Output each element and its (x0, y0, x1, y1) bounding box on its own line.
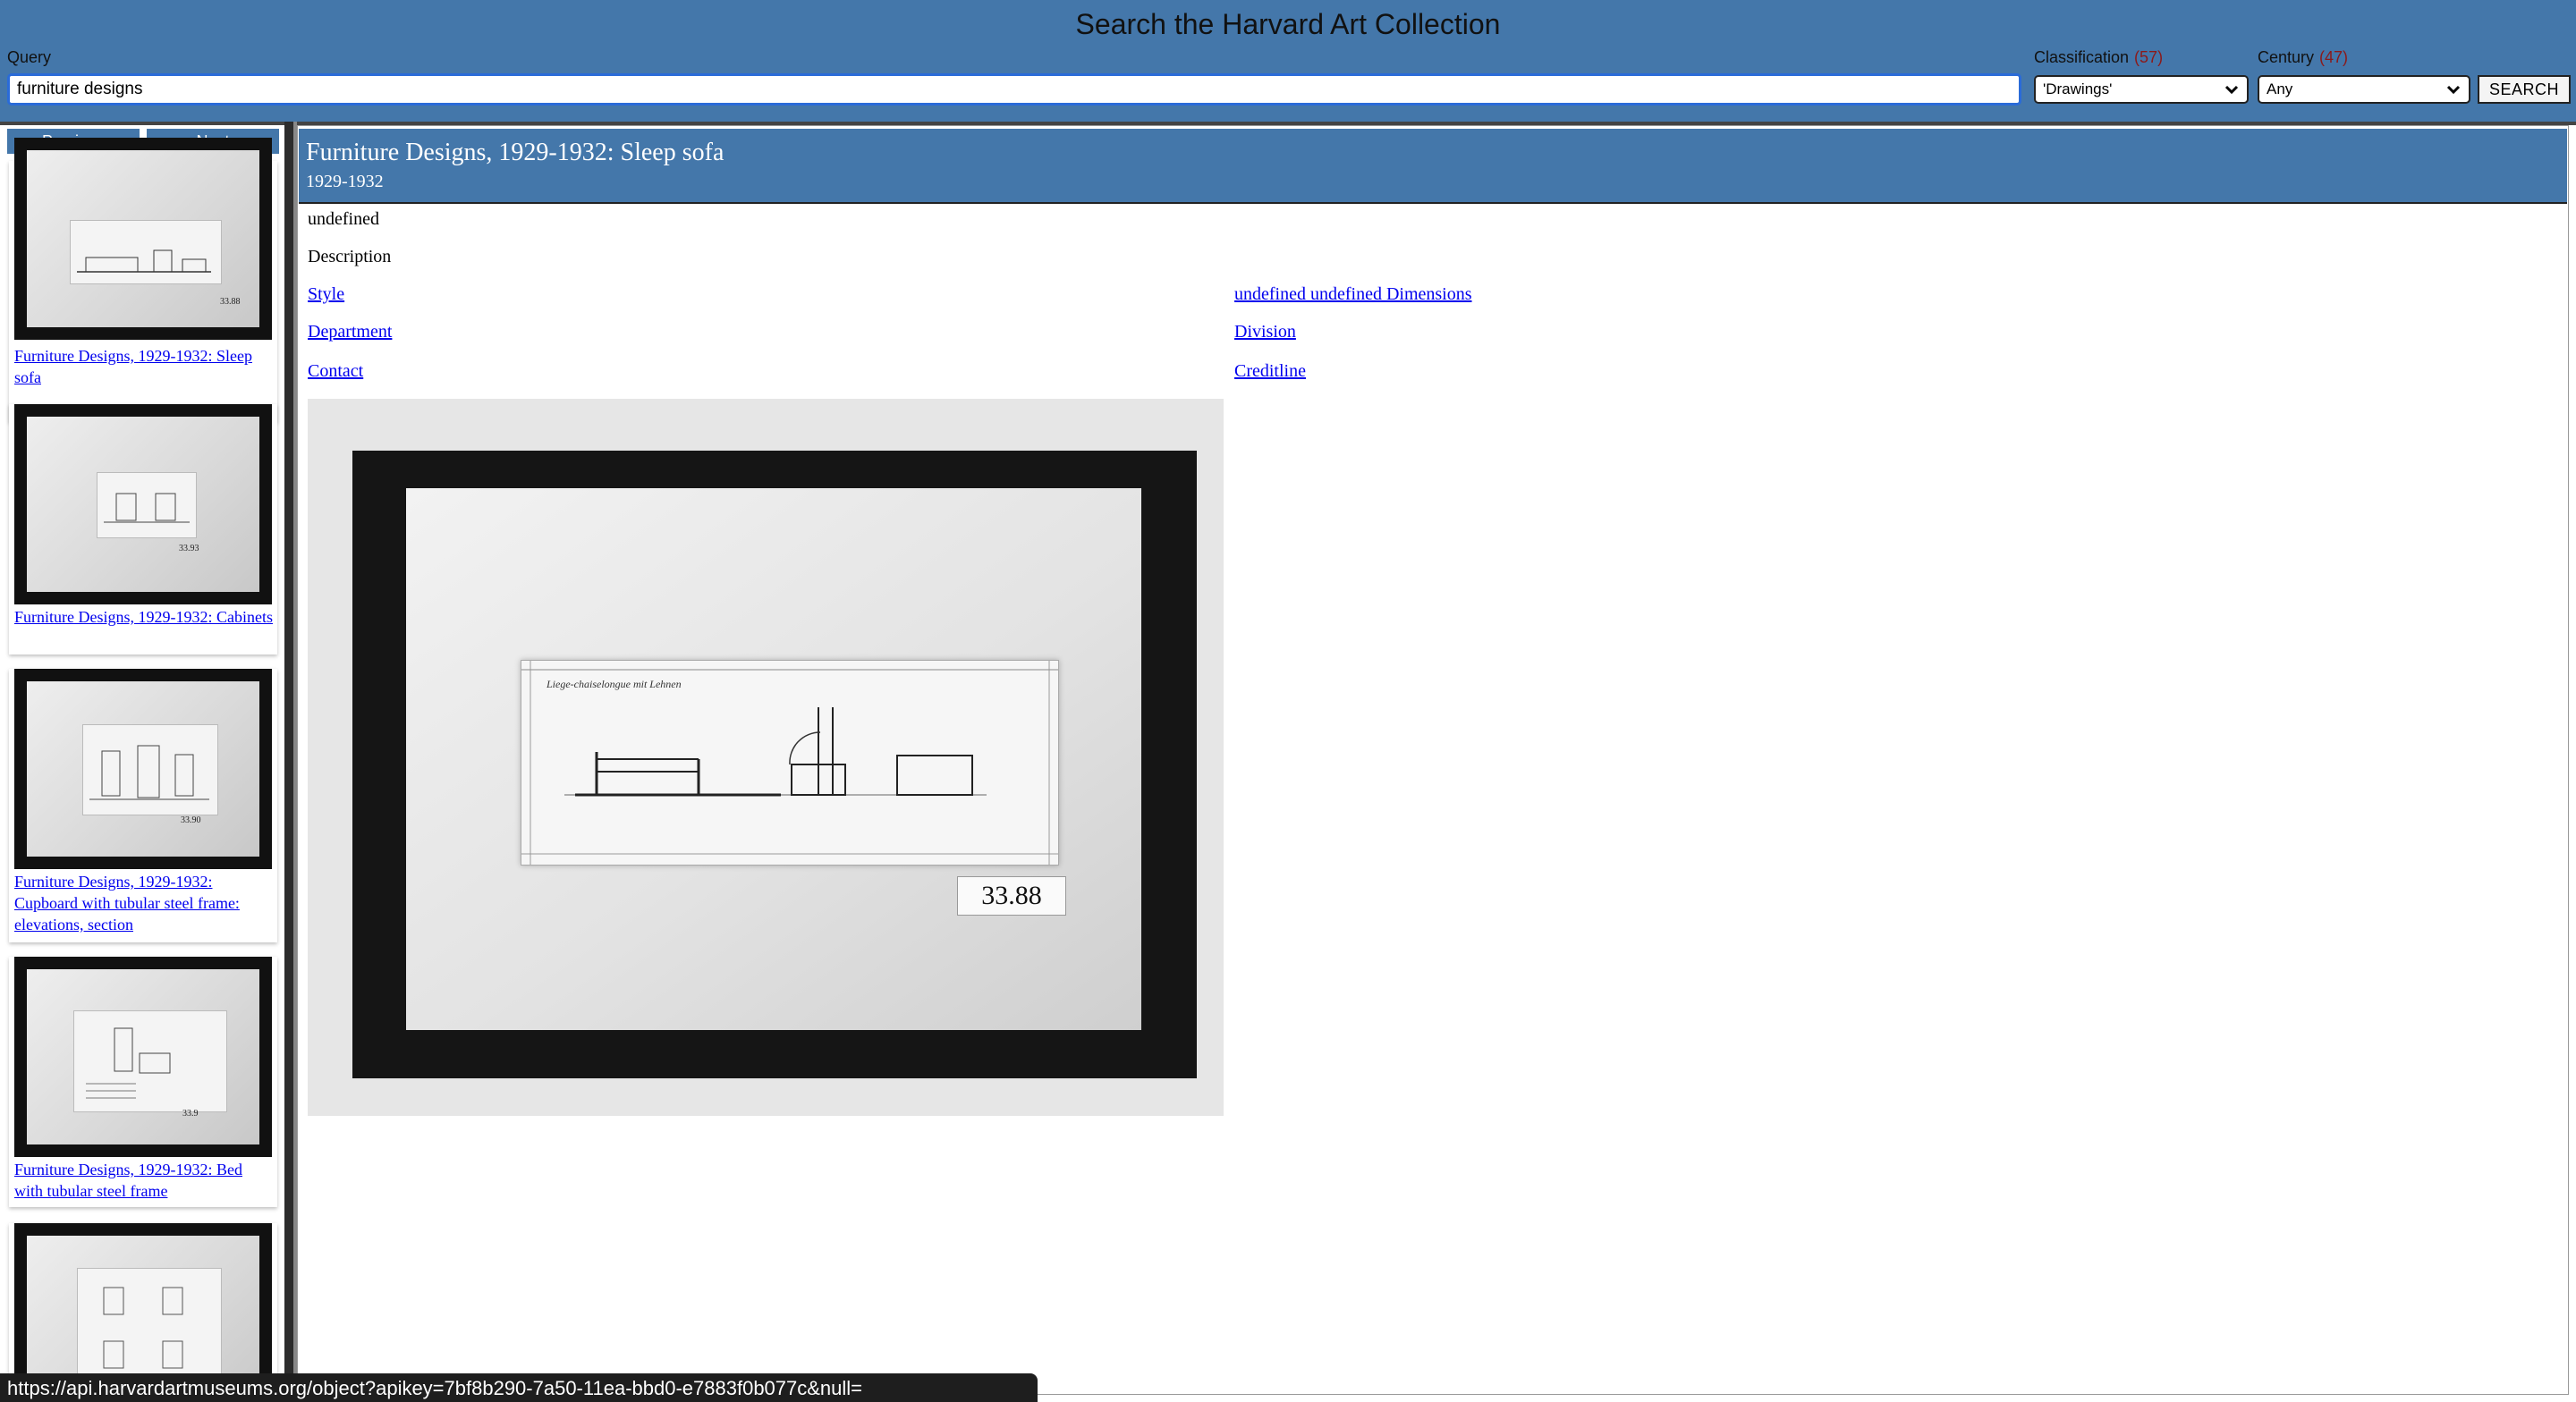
thumbnail-number: 33.9 (182, 1109, 199, 1119)
bed-sketch (86, 1027, 171, 1099)
cabinet-sketch (104, 493, 190, 523)
page-title: Search the Harvard Art Collection (1075, 8, 1501, 40)
contact-link[interactable]: Contact (308, 359, 363, 383)
object-detail-panel: Furniture Designs, 1929-1932: Sleep sofa… (297, 125, 2576, 1402)
sidebar-divider[interactable] (284, 122, 293, 1402)
object-image: Liege-chaiselongue mit Lehnen 33.88 (308, 399, 1224, 1116)
sofa-sketch (77, 249, 211, 273)
thumbnail-number: 33.90 (181, 815, 201, 825)
results-sidebar[interactable]: Previous Next 33.88 Furniture Designs, 1… (0, 125, 284, 1402)
result-card[interactable]: 33.9 Furniture Designs, 1929-1932: Bed w… (9, 957, 277, 1207)
result-title-link[interactable]: Furniture Designs, 1929-1932: Bed with t… (14, 1159, 274, 1202)
century-select-value: Any (2267, 80, 2293, 97)
result-card[interactable]: 33.90 Furniture Designs, 1929-1932: Cupb… (9, 669, 277, 942)
result-thumbnail[interactable]: 33.9 (14, 957, 272, 1157)
drawing-inscription: Liege-chaiselongue mit Lehnen (546, 678, 682, 690)
chevron-down-icon (2224, 85, 2239, 95)
division-link[interactable]: Division (1234, 320, 1296, 343)
search-button[interactable]: SEARCH (2478, 75, 2571, 104)
century-label: Century (47) (2258, 48, 2348, 67)
chevron-down-icon (2446, 85, 2461, 95)
classification-select-value: 'Drawings' (2043, 80, 2113, 97)
century-select[interactable]: Any (2258, 75, 2470, 104)
department-link[interactable]: Department (308, 320, 392, 343)
classification-select[interactable]: 'Drawings' (2034, 75, 2249, 104)
classification-count: (57) (2134, 48, 2164, 66)
object-title: Furniture Designs, 1929-1932: Sleep sofa (306, 139, 724, 166)
object-number-tag: 33.88 (957, 876, 1066, 916)
thumbnail-number: 33.88 (220, 297, 241, 307)
search-header: Search the Harvard Art Collection Query … (0, 0, 2576, 122)
result-title-link[interactable]: Furniture Designs, 1929-1932: Cupboard w… (14, 871, 274, 935)
thumbnail-number: 33.93 (179, 544, 199, 553)
result-thumbnail[interactable]: 33.93 (14, 404, 272, 604)
object-description: Description (308, 247, 392, 266)
query-label: Query (7, 48, 51, 67)
status-bar-url: https://api.harvardartmuseums.org/object… (0, 1373, 1038, 1402)
drawing-sheet: Liege-chaiselongue mit Lehnen (521, 660, 1059, 866)
classification-label-text: Classification (2034, 48, 2130, 66)
result-thumbnail[interactable]: 33.90 (14, 669, 272, 869)
century-count: (47) (2319, 48, 2349, 66)
dimensions-link[interactable]: undefined undefined Dimensions (1234, 283, 1472, 306)
result-title-link[interactable]: Furniture Designs, 1929-1932: Cabinets (14, 606, 274, 628)
result-card[interactable]: 33.93 Furniture Designs, 1929-1932: Cabi… (9, 404, 277, 655)
object-dated: 1929-1932 (306, 172, 384, 191)
cupboard-sketch (89, 745, 209, 800)
century-label-text: Century (2258, 48, 2315, 66)
result-title-link[interactable]: Furniture Designs, 1929-1932: Sleep sofa (14, 345, 274, 388)
object-culture: undefined (308, 209, 379, 229)
object-header: Furniture Designs, 1929-1932: Sleep sofa… (299, 129, 2567, 204)
sofa-drawing: Liege-chaiselongue mit Lehnen (521, 661, 1058, 865)
style-link[interactable]: Style (308, 283, 344, 306)
result-card[interactable]: 33.88 Furniture Designs, 1929-1932: Slee… (9, 138, 277, 422)
query-input[interactable] (7, 73, 2021, 106)
result-thumbnail[interactable]: 33.88 (14, 138, 272, 340)
creditline-link[interactable]: Creditline (1234, 359, 1306, 383)
query-label-text: Query (7, 48, 52, 66)
classification-label: Classification (57) (2034, 48, 2163, 67)
